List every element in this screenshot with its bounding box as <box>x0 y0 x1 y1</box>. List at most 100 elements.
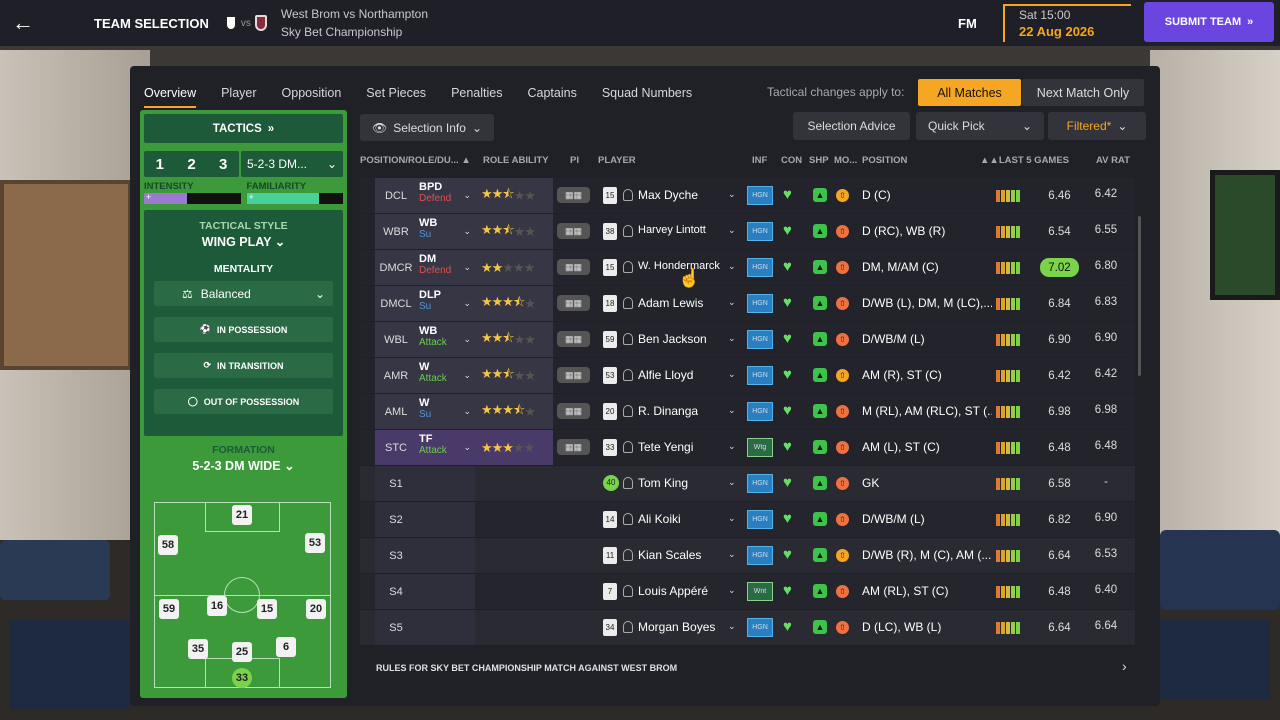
chevron-down-icon[interactable]: ⌄ <box>728 225 736 236</box>
player-name[interactable]: R. Dinanga <box>638 404 698 418</box>
back-arrow-icon[interactable]: ← <box>0 0 46 46</box>
position-slot[interactable]: AMR <box>375 358 417 393</box>
player-instructions-icon[interactable]: ▦▦ <box>557 259 590 275</box>
player-name[interactable]: Ben Jackson <box>638 332 707 346</box>
tactic-slot-1[interactable]: 1 <box>156 156 164 173</box>
pitch-player[interactable]: 59 <box>159 599 179 619</box>
chevron-down-icon[interactable]: ⌄ <box>728 333 736 344</box>
mentality-dropdown[interactable]: ⚖ Balanced ⌄ <box>154 281 333 306</box>
table-row[interactable]: S3 11 Kian Scales ⌄ HGN ♥ ▲ ⇧ D/WB (R), M (C), A… <box>360 538 1135 573</box>
player-name[interactable]: Tom King <box>638 476 688 490</box>
table-row[interactable]: WBR WB Su ⌄ ★★⯪ ★ ★ ▦▦ 38 Harvey Lintott ⌄ HGN ♥ ▲… <box>360 214 1135 249</box>
player-name[interactable]: Adam Lewis <box>638 296 703 310</box>
tab-squad-numbers[interactable]: Squad Numbers <box>602 78 692 108</box>
chevron-right-icon[interactable]: › <box>1122 658 1127 674</box>
selection-advice-button[interactable]: Selection Advice <box>793 112 910 140</box>
tab-penalties[interactable]: Penalties <box>451 78 502 108</box>
player-name[interactable]: Alfie Lloyd <box>638 368 693 382</box>
table-row[interactable]: S1 40 Tom King ⌄ HGN ♥ ▲ ⇧ GK 6.58 - <box>360 466 1135 501</box>
table-row[interactable]: DMCL DLP Su ⌄ ★★★⯪ ★ ▦▦ 18 Adam Lewis ⌄ HGN ♥ ▲ ⇧ D… <box>360 286 1135 321</box>
col-pos-role[interactable]: POSITION/ROLE/DU... ▲ <box>360 155 471 166</box>
col-shp[interactable]: SHP <box>809 155 829 166</box>
submit-team-button[interactable]: SUBMIT TEAM » <box>1144 2 1274 42</box>
role-dropdown[interactable]: TF Attack ⌄ <box>417 430 475 465</box>
pitch-player[interactable]: 15 <box>257 599 277 619</box>
tab-captains[interactable]: Captains <box>528 78 577 108</box>
chevron-down-icon[interactable]: ⌄ <box>728 477 736 488</box>
col-avrat[interactable]: AV RAT <box>1096 155 1130 166</box>
player-instructions-icon[interactable]: ▦▦ <box>557 331 590 347</box>
table-row[interactable]: S4 7 Louis Appéré ⌄ Wnt ♥ ▲ ⇧ AM (RL), ST (C) 6.4… <box>360 574 1135 609</box>
tab-set-pieces[interactable]: Set Pieces <box>366 78 426 108</box>
pitch-player[interactable]: 58 <box>158 535 178 555</box>
tactics-button[interactable]: TACTICS » <box>144 114 343 143</box>
table-row[interactable]: S5 34 Morgan Boyes ⌄ HGN ♥ ▲ ⇧ D (LC), WB (L) 6.6… <box>360 610 1135 645</box>
position-slot[interactable]: DCL <box>375 178 417 213</box>
table-row[interactable]: WBL WB Attack ⌄ ★★⯪ ★ ★ ▦▦ 59 Ben Jackson ⌄ HGN ♥… <box>360 322 1135 357</box>
player-instructions-icon[interactable]: ▦▦ <box>557 367 590 383</box>
position-slot[interactable]: AML <box>375 394 417 429</box>
table-row[interactable]: DMCR DM Defend ⌄ ★★ ★ ★ ★ ▦▦ 15 W. Hondermarck ⌄… <box>360 250 1135 285</box>
out-of-possession-button[interactable]: ◯ OUT OF POSSESSION <box>154 389 333 414</box>
quick-pick-dropdown[interactable]: Quick Pick ⌄ <box>916 112 1044 140</box>
chevron-down-icon[interactable]: ⌄ <box>728 261 736 272</box>
table-row[interactable]: S2 14 Ali Koiki ⌄ HGN ♥ ▲ ⇧ D/WB/M (L) 6.82 6.90 <box>360 502 1135 537</box>
player-instructions-icon[interactable]: ▦▦ <box>557 403 590 419</box>
table-row[interactable]: AML W Su ⌄ ★★★⯪ ★ ▦▦ 20 R. Dinanga ⌄ HGN ♥ ▲ ⇧ M (R… <box>360 394 1135 429</box>
col-pi[interactable]: PI <box>570 155 579 166</box>
player-name[interactable]: Ali Koiki <box>638 512 681 526</box>
position-slot[interactable]: DMCL <box>375 286 417 321</box>
chevron-down-icon[interactable]: ⌄ <box>728 441 736 452</box>
player-name[interactable]: Kian Scales <box>638 548 701 562</box>
in-possession-button[interactable]: ⚽ IN POSSESSION <box>154 317 333 342</box>
player-instructions-icon[interactable]: ▦▦ <box>557 223 590 239</box>
player-name[interactable]: Max Dyche <box>638 188 698 202</box>
player-instructions-icon[interactable]: ▦▦ <box>557 295 590 311</box>
chevron-down-icon[interactable]: ⌄ <box>728 513 736 524</box>
col-position[interactable]: POSITION <box>862 155 907 166</box>
col-last5[interactable]: ▲▲LAST 5 GAMES <box>980 155 1069 166</box>
date-widget[interactable]: Sat 15:00 22 Aug 2026 <box>1003 4 1131 42</box>
filter-dropdown[interactable]: Filtered* ⌄ <box>1048 112 1146 140</box>
col-mo[interactable]: MO... <box>834 155 857 166</box>
tactic-slot-3[interactable]: 3 <box>219 156 227 173</box>
player-instructions-icon[interactable]: ▦▦ <box>557 187 590 203</box>
chevron-down-icon[interactable]: ⌄ <box>728 549 736 560</box>
position-slot[interactable]: S4 <box>375 574 417 609</box>
position-slot[interactable]: S3 <box>375 538 417 573</box>
position-slot[interactable]: STC <box>375 430 417 465</box>
position-slot[interactable]: S1 <box>375 466 417 501</box>
col-con[interactable]: CON <box>781 155 802 166</box>
table-row[interactable]: DCL BPD Defend ⌄ ★★⯪ ★ ★ ▦▦ 15 Max Dyche ⌄ HGN ♥ ▲… <box>360 178 1135 213</box>
position-slot[interactable]: WBR <box>375 214 417 249</box>
fm-logo[interactable]: FM <box>958 16 977 31</box>
tab-player[interactable]: Player <box>221 78 256 108</box>
player-instructions-icon[interactable]: ▦▦ <box>557 439 590 455</box>
rules-link[interactable]: RULES FOR SKY BET CHAMPIONSHIP MATCH AGA… <box>376 663 677 673</box>
player-name[interactable]: Louis Appéré <box>638 584 708 598</box>
pitch-player[interactable]: 35 <box>188 639 208 659</box>
position-slot[interactable]: S2 <box>375 502 417 537</box>
role-dropdown[interactable]: BPD Defend ⌄ <box>417 178 475 213</box>
player-name[interactable]: Tete Yengi <box>638 440 693 454</box>
pitch-player[interactable]: 25 <box>232 642 252 662</box>
role-dropdown[interactable]: DLP Su ⌄ <box>417 286 475 321</box>
player-name[interactable]: Harvey Lintott <box>638 224 706 236</box>
next-match-only-toggle[interactable]: Next Match Only <box>1022 79 1144 106</box>
tab-opposition[interactable]: Opposition <box>282 78 342 108</box>
position-slot[interactable]: WBL <box>375 322 417 357</box>
tactic-slot-2[interactable]: 2 <box>187 156 195 173</box>
col-player[interactable]: PLAYER <box>598 155 636 166</box>
chevron-down-icon[interactable]: ⌄ <box>728 621 736 632</box>
chevron-down-icon[interactable]: ⌄ <box>728 405 736 416</box>
col-role-ability[interactable]: ROLE ABILITY <box>483 155 549 166</box>
table-scrollbar[interactable] <box>1138 216 1141 376</box>
chevron-down-icon[interactable]: ⌄ <box>728 369 736 380</box>
pitch-player[interactable]: 6 <box>276 637 296 657</box>
position-slot[interactable]: S5 <box>375 610 417 645</box>
role-dropdown[interactable]: W Su ⌄ <box>417 394 475 429</box>
chevron-down-icon[interactable]: ⌄ <box>728 189 736 200</box>
table-row[interactable]: STC TF Attack ⌄ ★★★ ★ ★ ▦▦ 33 Tete Yengi ⌄ Wtg ♥ ▲… <box>360 430 1135 465</box>
pitch-goalkeeper[interactable]: 33 <box>232 668 252 688</box>
tactic-formation-dropdown[interactable]: 5-2-3 DM... ⌄ <box>241 151 343 177</box>
